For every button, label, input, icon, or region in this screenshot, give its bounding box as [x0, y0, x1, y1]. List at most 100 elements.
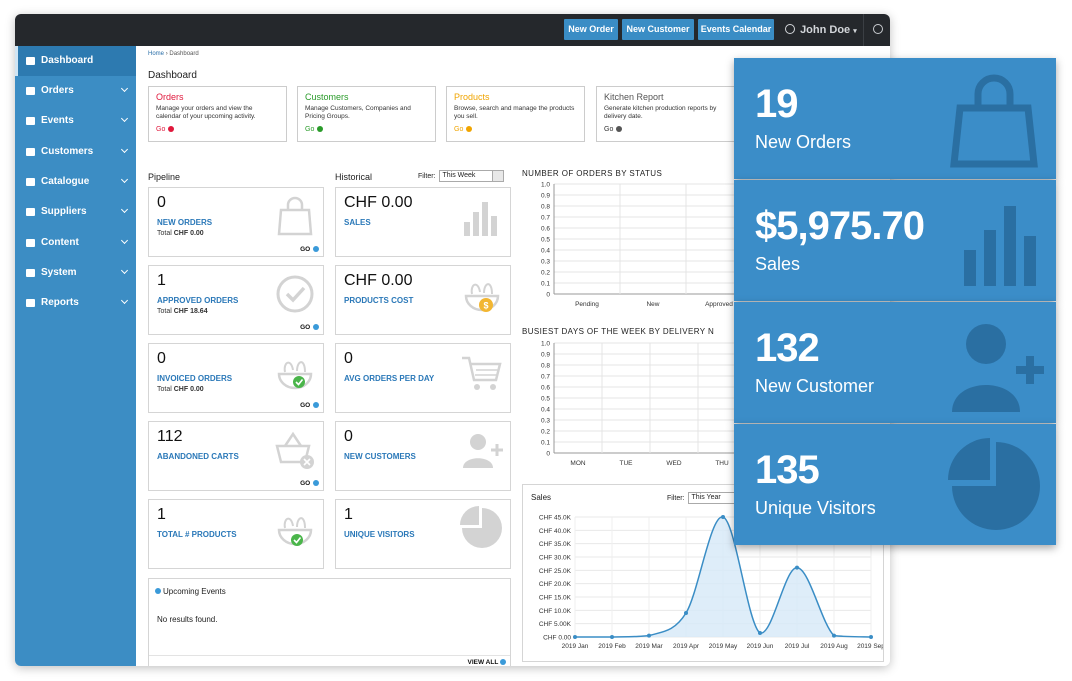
arrow-right-icon — [317, 126, 324, 132]
x-tick-label: 2019 May — [709, 643, 738, 650]
go-link[interactable]: GO — [300, 480, 319, 487]
chevron-down-icon — [120, 236, 129, 245]
tile-value: 132 — [755, 326, 820, 370]
user-menu[interactable]: John Doe ▾ — [785, 14, 857, 46]
circle-icon — [155, 588, 161, 594]
y-tick-label: 0.1 — [541, 440, 550, 447]
sidebar-item-suppliers[interactable]: Suppliers — [15, 197, 136, 227]
quick-card-go[interactable]: Go — [305, 126, 428, 133]
quick-card-products[interactable]: Products Browse, search and manage the p… — [446, 86, 585, 142]
sidebar-item-catalogue[interactable]: Catalogue — [15, 167, 136, 197]
sidebar-item-dashboard[interactable]: Dashboard — [15, 46, 136, 76]
y-tick-label: 0.4 — [541, 248, 550, 255]
y-tick-label: 0.1 — [541, 281, 550, 288]
quick-card-desc: Manage Customers, Companies and Pricing … — [305, 105, 411, 120]
shopping-bag-icon — [277, 196, 313, 236]
quick-card-desc: Manage your orders and view the calendar… — [156, 105, 256, 120]
y-tick-label: 0.9 — [541, 352, 550, 359]
quick-card-orders[interactable]: Orders Manage your orders and view the c… — [148, 86, 287, 142]
y-tick-label: 0.5 — [541, 237, 550, 244]
stat-total: Total CHF 0.00 — [157, 386, 204, 393]
bar-chart-icon — [464, 202, 497, 236]
go-link[interactable]: GO — [300, 324, 319, 331]
y-tick-label: 0 — [546, 451, 550, 458]
arrow-right-icon — [313, 402, 319, 408]
shopping-bag-icon — [950, 74, 1038, 168]
go-link[interactable]: GO — [300, 246, 319, 253]
stat-value: CHF 0.00 — [344, 194, 413, 211]
arrow-right-icon — [616, 126, 623, 132]
go-label: GO — [300, 480, 311, 487]
new-order-button[interactable]: New Order — [564, 19, 618, 40]
y-tick-label: 0.2 — [541, 270, 550, 277]
add-user-icon — [952, 324, 1044, 412]
stat-label: UNIQUE VISITORS — [344, 530, 415, 539]
divider — [149, 655, 510, 656]
breadcrumb-home-link[interactable]: Home — [148, 51, 164, 57]
data-point — [795, 565, 799, 570]
data-point — [758, 631, 762, 635]
data-point — [573, 635, 577, 639]
stat-value: 112 — [157, 428, 183, 445]
quick-card-go[interactable]: Go — [604, 126, 727, 133]
y-tick-label: CHF 20.0K — [539, 581, 572, 588]
go-link[interactable]: GO — [300, 402, 319, 409]
stat-card-sales: CHF 0.00 SALES — [335, 187, 511, 257]
stat-label: TOTAL # PRODUCTS — [157, 530, 237, 539]
upcoming-events-title: Upcoming Events — [155, 587, 226, 596]
historical-filter-select[interactable]: This Week — [438, 170, 504, 182]
food-bowl-dollar-icon: $ — [464, 283, 500, 312]
events-calendar-button[interactable]: Events Calendar — [698, 19, 774, 40]
quick-card-go[interactable]: Go — [156, 126, 279, 133]
quick-card-desc: Browse, search and manage the products y… — [454, 105, 575, 120]
y-tick-label: 0.9 — [541, 193, 550, 200]
go-label: Go — [454, 126, 464, 133]
y-tick-label: 0.8 — [541, 363, 550, 370]
sidebar-item-reports[interactable]: Reports — [15, 288, 136, 318]
sidebar-item-label: Orders — [41, 85, 74, 96]
stat-total: Total CHF 0.00 — [157, 230, 204, 237]
summary-tiles: 19 New Orders $5,975.70 Sales 132 New Cu… — [734, 58, 1056, 548]
bar-chart-icon — [26, 57, 35, 65]
tile-label: New Orders — [755, 132, 852, 152]
y-tick-label: 0.7 — [541, 374, 550, 381]
sidebar-item-orders[interactable]: Orders — [15, 76, 136, 106]
x-tick-label: 2019 Jul — [785, 643, 810, 650]
total-label: Total — [157, 230, 172, 237]
edit-icon — [26, 239, 35, 247]
y-tick-label: 0.6 — [541, 226, 550, 233]
chevron-down-icon — [120, 296, 129, 305]
y-tick-label: CHF 0.00 — [543, 635, 571, 642]
view-all-link[interactable]: VIEW ALL — [467, 659, 506, 666]
busiest-days-title: BUSIEST DAYS OF THE WEEK BY DELIVERY N — [522, 327, 715, 336]
globe-icon[interactable] — [873, 24, 883, 34]
x-tick-label: WED — [666, 460, 681, 467]
stat-value: 0 — [157, 194, 166, 211]
stat-label: INVOICED ORDERS — [157, 374, 233, 383]
stat-label: SALES — [344, 218, 371, 227]
sidebar-item-events[interactable]: Events — [15, 106, 136, 136]
sidebar-item-system[interactable]: System — [15, 258, 136, 288]
y-tick-label: 0.3 — [541, 259, 550, 266]
users-icon — [26, 148, 35, 156]
quick-card-go[interactable]: Go — [454, 126, 577, 133]
quick-card-title: Customers — [305, 92, 349, 102]
sidebar-item-label: Events — [41, 115, 74, 126]
sidebar-item-customers[interactable]: Customers — [15, 137, 136, 167]
chevron-down-icon — [120, 205, 129, 214]
sidebar-item-label: Catalogue — [41, 176, 90, 187]
y-tick-label: CHF 35.0K — [539, 541, 572, 548]
arrow-right-icon — [313, 246, 319, 252]
y-tick-label: 0.3 — [541, 418, 550, 425]
y-tick-label: CHF 40.0K — [539, 528, 572, 535]
x-tick-label: 2019 Apr — [673, 643, 700, 650]
stat-card-avg-orders: 0 AVG ORDERS PER DAY — [335, 343, 511, 413]
quick-card-customers[interactable]: Customers Manage Customers, Companies an… — [297, 86, 436, 142]
new-customer-button[interactable]: New Customer — [622, 19, 694, 40]
sidebar-item-content[interactable]: Content — [15, 228, 136, 258]
arrow-right-icon — [168, 126, 175, 132]
tile-label: Unique Visitors — [755, 498, 876, 518]
quick-card-kitchen-report[interactable]: Kitchen Report Generate kitchen producti… — [596, 86, 735, 142]
breadcrumb: Home › Dashboard — [148, 51, 199, 57]
tile-sales: $5,975.70 Sales — [734, 180, 1056, 301]
